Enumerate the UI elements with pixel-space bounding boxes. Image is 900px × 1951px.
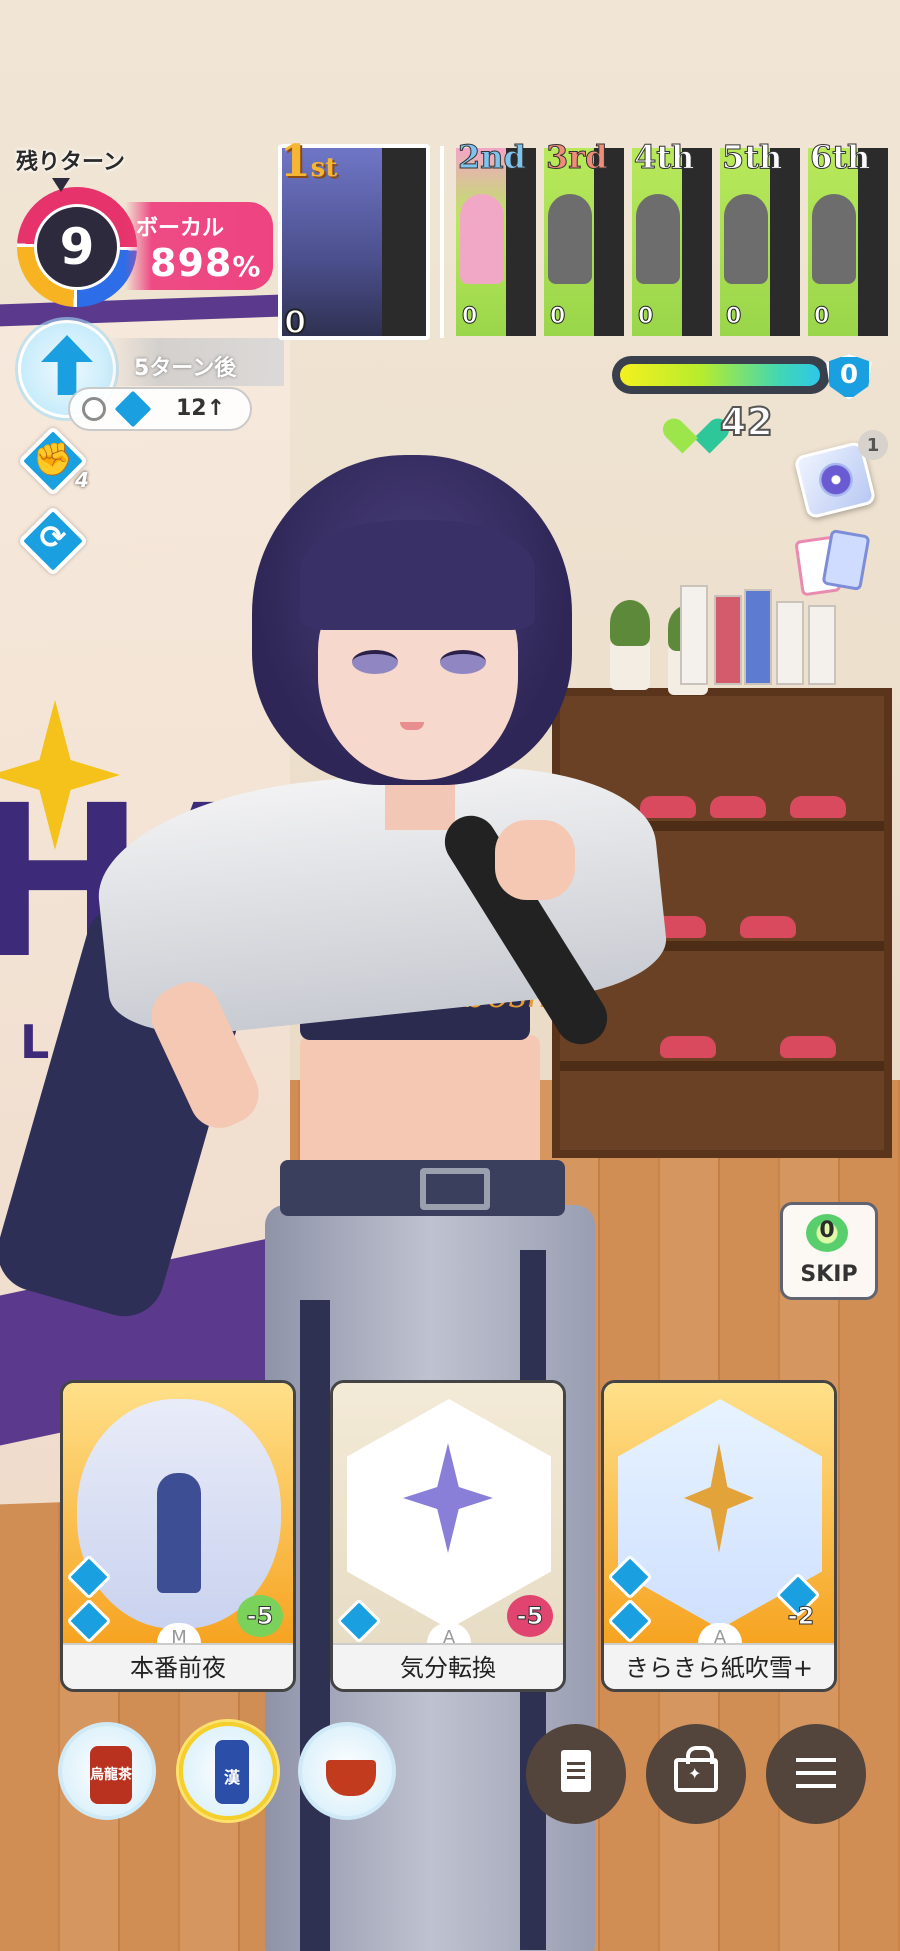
rival-avatar	[460, 194, 504, 284]
shield-value: 0	[839, 360, 859, 390]
hamburger-icon	[796, 1758, 836, 1762]
rank-slot-3rd[interactable]: 3rd 0	[544, 138, 628, 336]
shoe	[710, 796, 766, 818]
shoe	[780, 1036, 836, 1058]
rank-first-label: 1st	[280, 136, 337, 187]
rank-slot-6th[interactable]: 6th 0	[808, 138, 892, 336]
rank-divider	[440, 146, 444, 338]
parameter-unit: %	[232, 250, 262, 283]
skill-card-1[interactable]: -5 M 本番前夜	[60, 1380, 296, 1692]
bottle-icon: 烏龍茶	[90, 1746, 132, 1804]
rank-score: 0	[813, 304, 830, 330]
stamina-value: 42	[719, 399, 774, 445]
card-cost: -5	[507, 1595, 553, 1637]
shoe	[660, 1036, 716, 1058]
log-button[interactable]	[526, 1724, 626, 1824]
pants-stripe	[300, 1300, 330, 1951]
rank-label: 4th	[633, 138, 695, 177]
rival-score-bar	[682, 148, 712, 336]
deck-card	[821, 528, 871, 592]
rival-score-bar	[858, 148, 888, 336]
stage-figure-icon	[157, 1473, 201, 1593]
rank-score: 0	[637, 304, 654, 330]
rank-slot-4th[interactable]: 4th 0	[632, 138, 716, 336]
rank-score: 0	[549, 304, 566, 330]
condition-circle-icon	[82, 397, 106, 421]
rank-first-suffix: st	[310, 153, 338, 183]
rank-label: 6th	[809, 138, 871, 177]
boost-after-label: 5ターン後	[134, 356, 237, 381]
shelf-board	[560, 1061, 884, 1071]
drink-energy[interactable]: 漢	[179, 1722, 277, 1820]
file-box	[744, 589, 772, 685]
file-box	[808, 605, 836, 685]
fist-buff-count: 4	[75, 468, 89, 492]
card-name: きらきら紙吹雪+	[604, 1643, 834, 1689]
shoe	[640, 796, 696, 818]
file-box	[776, 601, 804, 685]
character-midriff	[300, 1035, 540, 1175]
rival-silhouette	[548, 194, 592, 284]
rival-silhouette	[724, 194, 768, 284]
drink-label: 漢	[223, 1768, 240, 1787]
remaining-turns-label: 残りターン	[16, 150, 125, 175]
rank-first-score-bar	[382, 148, 426, 336]
skill-card-2[interactable]: -5 A 気分転換	[330, 1380, 566, 1692]
skip-label: SKIP	[800, 1262, 858, 1287]
remaining-turns-value: 9	[34, 204, 120, 290]
heart-icon	[676, 404, 716, 440]
rival-score-bar	[506, 148, 536, 336]
file-box	[680, 585, 708, 685]
fist-icon: ✊	[33, 440, 73, 478]
genki-gauge-fill	[620, 364, 820, 386]
turn-pointer-icon	[52, 178, 70, 192]
drink-label: 烏龍茶	[90, 1767, 132, 1783]
shoe	[790, 796, 846, 818]
rank-slot-2nd[interactable]: 2nd 0	[456, 138, 540, 336]
rival-silhouette	[812, 194, 856, 284]
rank-first-number: 1	[280, 136, 311, 187]
rank-score: 0	[725, 304, 742, 330]
character-hand	[495, 820, 575, 900]
rival-silhouette	[636, 194, 680, 284]
rank-slot-5th[interactable]: 5th 0	[720, 138, 804, 336]
document-icon	[561, 1750, 591, 1792]
rank-label: 5th	[721, 138, 783, 177]
card-name: 気分転換	[333, 1643, 563, 1689]
belt-buckle	[420, 1168, 490, 1210]
parameter-number: 898	[150, 241, 233, 285]
card-deck-icon[interactable]	[794, 528, 871, 602]
card-cost: -2	[787, 1602, 815, 1631]
rank-score: 0	[461, 304, 478, 330]
character-eye	[352, 650, 398, 674]
bottle-icon: 漢	[215, 1740, 249, 1804]
parameter-value: 898%	[150, 241, 261, 285]
bag-icon	[674, 1746, 718, 1792]
menu-button[interactable]	[766, 1724, 866, 1824]
rank-label: 3rd	[546, 138, 608, 177]
potted-plant	[610, 600, 650, 690]
disc-item-count-badge: 1	[858, 430, 888, 460]
boost-condition-value: 12↑	[176, 396, 226, 421]
character-bangs	[300, 520, 535, 630]
rival-score-bar	[770, 148, 800, 336]
character-eye	[440, 650, 486, 674]
parameter-label: ボーカル	[136, 216, 225, 241]
skip-cost: 0	[819, 1218, 835, 1243]
card-name: 本番前夜	[63, 1643, 293, 1689]
rank-first-score: 0	[283, 302, 307, 342]
drink-tea-cup[interactable]	[298, 1722, 396, 1820]
refresh-icon: ⟳	[39, 518, 67, 556]
shoe	[740, 916, 796, 938]
skill-card-3[interactable]: -2 A きらきら紙吹雪+	[601, 1380, 837, 1692]
card-cost: -5	[237, 1595, 283, 1637]
teacup-icon	[326, 1760, 376, 1796]
rank-label: 2nd	[458, 138, 527, 177]
rival-score-bar	[594, 148, 624, 336]
drink-oolong-tea[interactable]: 烏龍茶	[58, 1722, 156, 1820]
file-box	[714, 595, 742, 685]
item-button[interactable]	[646, 1724, 746, 1824]
